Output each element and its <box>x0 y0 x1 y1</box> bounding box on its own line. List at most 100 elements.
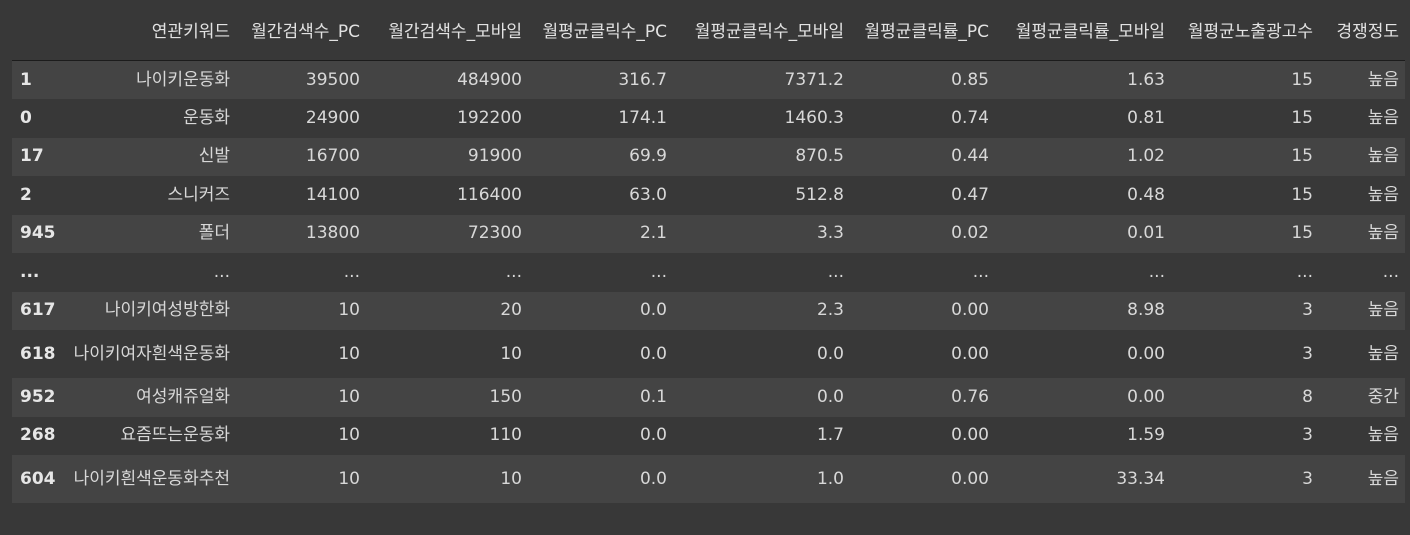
table-cell: 870.5 <box>795 146 844 167</box>
table-cell: 높음 <box>1367 468 1399 489</box>
table-cell: 높음 <box>1367 107 1399 128</box>
table-cell: 174.1 <box>618 107 667 128</box>
table-cell: 0.44 <box>951 146 989 167</box>
table-cell: 1460.3 <box>784 107 844 128</box>
table-cell: 0.0 <box>639 300 667 321</box>
row-index: 617 <box>20 300 56 321</box>
table-cell: 0.76 <box>951 386 989 407</box>
column-header-keyword: 연관키워드 <box>66 4 236 61</box>
table-cell: 10 <box>338 300 360 321</box>
table-cell: 0.0 <box>639 468 667 489</box>
table-cell: 10 <box>338 468 360 489</box>
row-index: 952 <box>20 386 56 407</box>
table-cell: 3 <box>1302 425 1313 446</box>
table-cell: 높음 <box>1367 223 1399 244</box>
table-cell: 110 <box>489 425 522 446</box>
table-cell: 150 <box>489 386 522 407</box>
table-cell: 10 <box>338 386 360 407</box>
table-cell: 192200 <box>457 107 522 128</box>
header-row: 연관키워드 월간검색수_PC 월간검색수_모바일 월평균클릭수_PC 월평균클릭… <box>12 4 1405 61</box>
table-cell: 요즘뜨는운동화 <box>120 425 230 446</box>
table-cell: 15 <box>1291 223 1313 244</box>
table-header: 연관키워드 월간검색수_PC 월간검색수_모바일 월평균클릭수_PC 월평균클릭… <box>12 4 1405 61</box>
row-index: 945 <box>20 223 56 244</box>
table-row: 1 나이키운동화 39500 484900 316.7 7371.2 0.85 1.63 15 높… <box>12 60 1405 99</box>
dataframe-table: 연관키워드 월간검색수_PC 월간검색수_모바일 월평균클릭수_PC 월평균클릭… <box>12 4 1405 503</box>
table-cell: 69.9 <box>629 146 667 167</box>
column-header-monthly-search-pc: 월간검색수_PC <box>236 4 366 61</box>
table-cell: 1.7 <box>816 425 844 446</box>
table-cell: ... <box>972 261 989 282</box>
table-cell: 10 <box>338 425 360 446</box>
table-cell: 0.81 <box>1127 107 1165 128</box>
table-cell: 0.85 <box>951 69 989 90</box>
table-cell: 16700 <box>305 146 360 167</box>
column-header-avg-ctr-mobile: 월평균클릭률_모바일 <box>995 4 1171 61</box>
table-cell: 높음 <box>1367 343 1399 364</box>
table-cell: 512.8 <box>795 184 844 205</box>
table-cell: 10 <box>500 343 522 364</box>
table-cell: ... <box>650 261 667 282</box>
table-cell: ... <box>343 261 360 282</box>
table-cell: 나이키운동화 <box>136 69 230 90</box>
table-cell: 7371.2 <box>784 69 844 90</box>
row-index: 268 <box>20 425 56 446</box>
column-header-monthly-search-mobile: 월간검색수_모바일 <box>366 4 528 61</box>
table-cell: 중간 <box>1367 386 1399 407</box>
table-cell: 폴더 <box>198 223 230 244</box>
table-cell: ... <box>1382 261 1399 282</box>
table-cell: 높음 <box>1367 184 1399 205</box>
table-cell: 33.34 <box>1116 468 1165 489</box>
table-cell: 나이키여성방한화 <box>104 300 230 321</box>
row-index: 618 <box>20 343 56 364</box>
table-row: 17 신발 16700 91900 69.9 870.5 0.44 1.02 15 높음 <box>12 137 1405 176</box>
table-cell: 1.63 <box>1127 69 1165 90</box>
table-cell: ... <box>1148 261 1165 282</box>
table-cell: 0.00 <box>951 343 989 364</box>
table-row: 0 운동화 24900 192200 174.1 1460.3 0.74 0.81 15 높음 <box>12 99 1405 138</box>
table-cell: 높음 <box>1367 69 1399 90</box>
table-cell: 2.1 <box>639 223 667 244</box>
table-cell: 1.59 <box>1127 425 1165 446</box>
table-cell: 0.74 <box>951 107 989 128</box>
table-cell: 63.0 <box>629 184 667 205</box>
table-cell: 15 <box>1291 146 1313 167</box>
table-row: 268 요즘뜨는운동화 10 110 0.0 1.7 0.00 1.59 3 높음 <box>12 416 1405 455</box>
table-cell: 나이키흰색운동화추천 <box>73 468 230 489</box>
table-cell: 0.1 <box>639 386 667 407</box>
table-cell: ... <box>827 261 844 282</box>
table-cell: 0.0 <box>816 386 844 407</box>
table-cell: 484900 <box>457 69 522 90</box>
table-cell: 72300 <box>467 223 522 244</box>
table-cell: 8 <box>1302 386 1313 407</box>
table-cell: 높음 <box>1367 300 1399 321</box>
table-cell: 높음 <box>1367 425 1399 446</box>
row-index: 1 <box>20 69 32 90</box>
column-header-competition: 경쟁정도 <box>1319 4 1405 61</box>
table-cell: 15 <box>1291 69 1313 90</box>
column-header-index <box>12 4 66 61</box>
table-cell: 3.3 <box>816 223 844 244</box>
table-body: 1 나이키운동화 39500 484900 316.7 7371.2 0.85 1.63 15 높… <box>12 60 1405 503</box>
table-cell: 91900 <box>467 146 522 167</box>
table-cell: 운동화 <box>183 107 230 128</box>
table-cell: 0.48 <box>1127 184 1165 205</box>
column-header-avg-ad-count: 월평균노출광고수 <box>1171 4 1319 61</box>
table-cell: 8.98 <box>1127 300 1165 321</box>
dataframe-output: 연관키워드 월간검색수_PC 월간검색수_모바일 월평균클릭수_PC 월평균클릭… <box>0 0 1410 535</box>
table-cell: 스니커즈 <box>167 184 230 205</box>
table-cell: 116400 <box>457 184 522 205</box>
table-cell: 0.01 <box>1127 223 1165 244</box>
table-cell: 나이키여자흰색운동화 <box>73 343 230 364</box>
table-row: 618 나이키여자흰색운동화 10 10 0.0 0.0 0.00 0.00 3 높음 <box>12 330 1405 378</box>
table-cell: 13800 <box>305 223 360 244</box>
table-cell: 0.0 <box>639 343 667 364</box>
table-cell: 14100 <box>305 184 360 205</box>
table-cell: 높음 <box>1367 146 1399 167</box>
row-index: 2 <box>20 184 32 205</box>
table-cell: 3 <box>1302 300 1313 321</box>
table-cell: 0.02 <box>951 223 989 244</box>
table-cell: 20 <box>500 300 522 321</box>
table-row: 617 나이키여성방한화 10 20 0.0 2.3 0.00 8.98 3 높음 <box>12 291 1405 330</box>
row-index: 604 <box>20 468 56 489</box>
